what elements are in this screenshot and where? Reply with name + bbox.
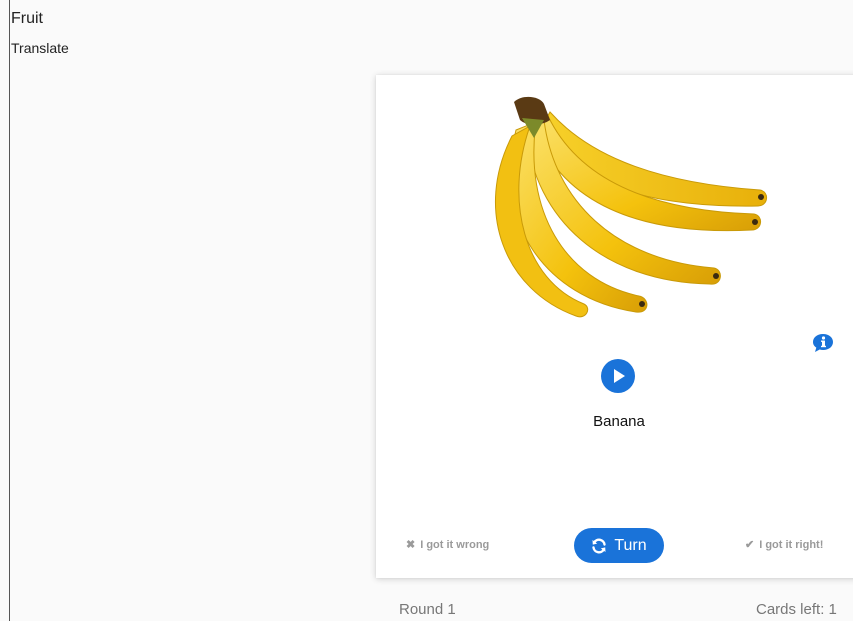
check-icon: ✔ xyxy=(745,539,755,551)
turn-button[interactable]: Turn xyxy=(574,528,664,563)
wrong-button[interactable]: ✖ I got it wrong xyxy=(406,538,490,552)
turn-label: Turn xyxy=(614,536,647,554)
wrong-label: I got it wrong xyxy=(420,538,490,551)
right-button[interactable]: ✔ I got it right! xyxy=(745,538,824,552)
flashcard: Banana ✖ I got it wrong Turn ✔ I got it … xyxy=(376,75,853,578)
play-icon xyxy=(614,369,625,383)
round-indicator: Round 1 xyxy=(399,601,456,618)
deck-title: Fruit xyxy=(11,10,43,27)
card-image xyxy=(495,96,767,318)
cards-left-indicator: Cards left: 1 xyxy=(756,601,837,618)
left-divider xyxy=(9,0,10,621)
info-icon[interactable] xyxy=(812,333,834,353)
close-icon: ✖ xyxy=(406,539,416,551)
refresh-icon xyxy=(592,538,607,553)
deck-mode: Translate xyxy=(11,40,69,56)
right-label: I got it right! xyxy=(759,538,824,551)
play-audio-button[interactable] xyxy=(601,359,635,393)
card-word: Banana xyxy=(593,413,645,430)
